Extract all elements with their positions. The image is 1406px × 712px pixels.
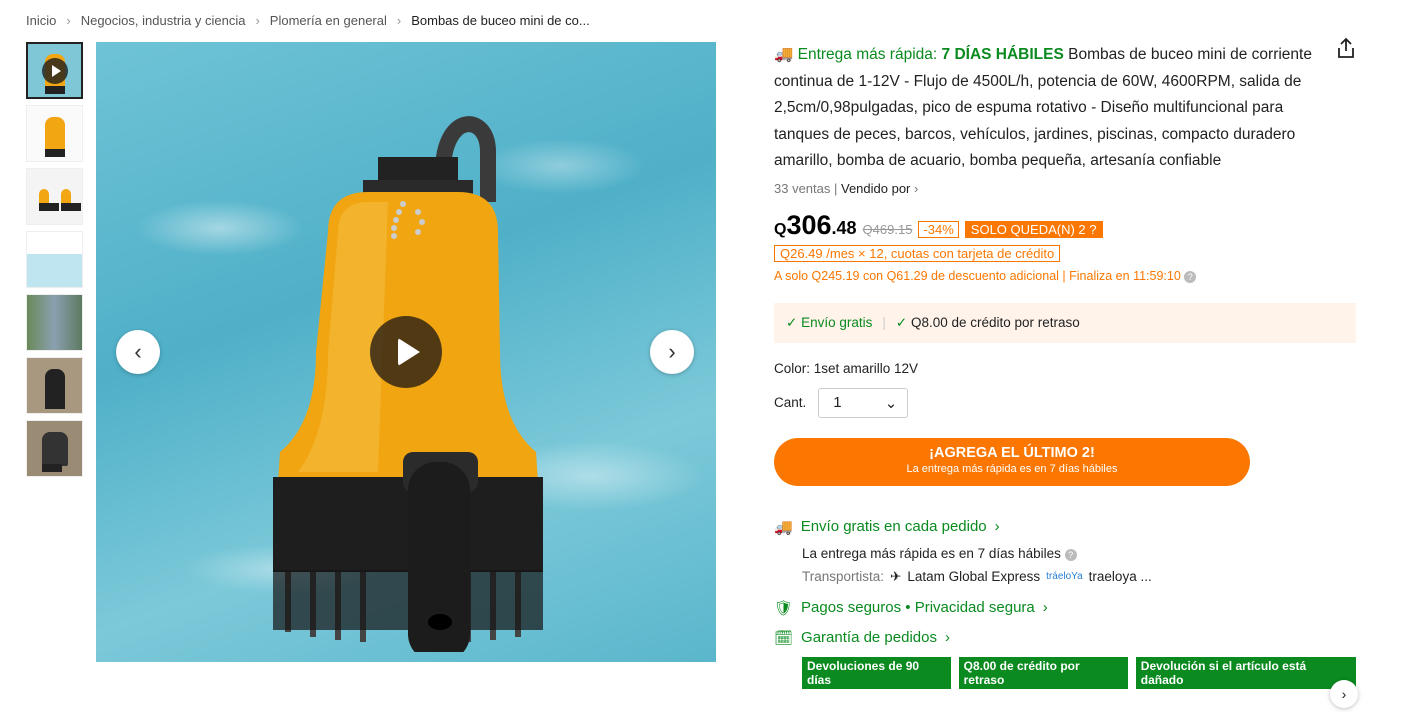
chevron-right-icon: › (994, 518, 1000, 535)
breadcrumb-category[interactable]: Negocios, industria y ciencia (81, 13, 246, 28)
info-icon: ? (1089, 221, 1097, 237)
promo-text: A solo Q245.19 con Q61.29 de descuento a… (774, 269, 1356, 283)
chevron-right-icon: › (1042, 599, 1048, 616)
plane-icon: ✈ (890, 568, 902, 584)
secure-payments-link[interactable]: 🛡 Pagos seguros • Privacidad segura › (774, 599, 1356, 617)
truck-icon: 🚚 (774, 46, 794, 63)
quantity-row: Cant. 1 ⌄ (774, 387, 1356, 418)
chevron-right-icon: › (944, 629, 950, 646)
breadcrumb-home[interactable]: Inicio (26, 13, 56, 28)
sales-count: 33 ventas (774, 180, 831, 196)
free-shipping-benefit: ✓ Envío gratis (786, 314, 873, 330)
stock-badge: SOLO QUEDA(N) 2 ? (964, 220, 1103, 238)
guarantee-tag: Q8.00 de crédito por retraso (958, 656, 1128, 689)
truck-icon: 🚚 (774, 518, 793, 536)
sales-info: 33 ventas | Vendido por › (774, 180, 919, 196)
guarantee-tags: Devoluciones de 90 días Q8.00 de crédito… (802, 656, 1356, 689)
quantity-label: Cant. (774, 395, 807, 410)
installments-badge[interactable]: Q26.49 /mes × 12, cuotas con tarjeta de … (774, 244, 1061, 262)
add-to-cart-button[interactable]: ¡AGREGA EL ÚLTIMO 2! La entrega más rápi… (774, 437, 1250, 486)
play-icon (41, 57, 68, 84)
chevron-right-icon: › (914, 180, 919, 196)
breadcrumb: Inicio › Negocios, industria y ciencia › P… (26, 13, 590, 28)
play-video-button[interactable] (370, 316, 442, 388)
product-main-image[interactable]: ‹ › (96, 42, 716, 662)
chevron-right-icon: › (668, 339, 676, 364)
chevron-left-icon: ‹ (134, 339, 142, 364)
shield-icon: 🛡 (774, 599, 794, 617)
help-icon[interactable]: ? (1184, 270, 1197, 283)
thumbnail-image[interactable] (26, 294, 83, 351)
price-row: Q306.48 Q469.15 -34% SOLO QUEDA(N) 2 ? (774, 210, 1356, 241)
traeloya-logo: tráeloYa (1046, 571, 1083, 582)
fastest-delivery-text: La entrega más rápida es en 7 días hábil… (802, 546, 1356, 561)
tags-next-button[interactable]: › (1330, 680, 1358, 708)
quantity-select[interactable]: 1 ⌄ (818, 387, 909, 418)
help-icon[interactable]: ? (1064, 548, 1077, 561)
delay-credit-benefit: ✓ Q8.00 de crédito por retraso (895, 314, 1080, 330)
original-price: Q469.15 (862, 221, 913, 237)
thumbnail-image[interactable] (26, 168, 83, 225)
benefits-bar: ✓ Envío gratis | ✓ Q8.00 de crédito por … (774, 302, 1356, 343)
fast-delivery: 🚚 Entrega más rápida: 7 DÍAS HÁBILES (774, 46, 1064, 63)
product-details: 🚚 Entrega más rápida: 7 DÍAS HÁBILES Bom… (774, 42, 1356, 689)
breadcrumb-current: Bombas de buceo mini de co... (411, 13, 590, 28)
next-image-button[interactable]: › (650, 330, 694, 374)
prev-image-button[interactable]: ‹ (116, 330, 160, 374)
chevron-right-icon: › (1341, 686, 1347, 702)
thumbnail-image[interactable] (26, 231, 83, 288)
current-price: Q306.48 (774, 209, 857, 240)
guarantee-tag: Devolución si el artículo está dañado (1135, 656, 1356, 689)
thumbnail-image[interactable] (26, 357, 83, 414)
thumbnail-image[interactable] (26, 105, 83, 162)
thumbnail-list (26, 42, 83, 483)
carrier-info: Transportista: ✈ Latam Global Express trá… (802, 568, 1152, 585)
chevron-down-icon: ⌄ (884, 394, 898, 412)
sold-by-link[interactable]: Vendido por (841, 181, 910, 196)
product-title: 🚚 Entrega más rápida: 7 DÍAS HÁBILES Bom… (774, 46, 1312, 169)
color-selection: Color: 1set amarillo 12V (774, 360, 919, 376)
thumbnail-video[interactable] (26, 42, 83, 99)
discount-badge: -34% (918, 220, 959, 238)
shipping-info-link[interactable]: 🚚 Envío gratis en cada pedido › (774, 518, 1356, 536)
breadcrumb-subcategory[interactable]: Plomería en general (270, 13, 387, 28)
order-guarantee-link[interactable]: 🗓 Garantía de pedidos › (774, 629, 1356, 647)
guarantee-icon: 🗓 (774, 629, 794, 647)
thumbnail-image[interactable] (26, 420, 83, 477)
guarantee-tag: Devoluciones de 90 días (802, 656, 951, 689)
